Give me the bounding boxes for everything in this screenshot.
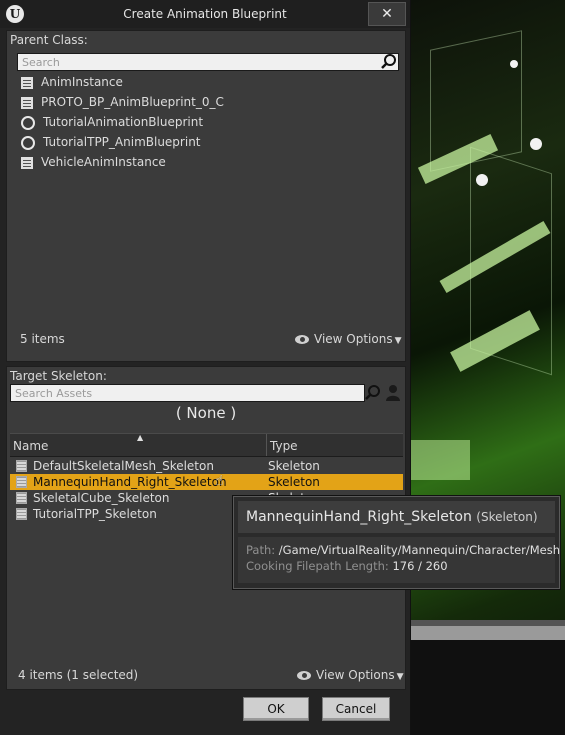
caret-down-icon: ▼ [394, 336, 402, 346]
create-animation-blueprint-dialog: U Create Animation Blueprint ✕ Parent Cl… [0, 0, 411, 735]
blueprint-icon [21, 96, 33, 109]
viewport-light-bulb [530, 138, 542, 150]
search-icon[interactable] [380, 53, 398, 71]
table-row-selected[interactable]: MannequinHand_Right_Skeleton ☝ Skeleton [10, 473, 403, 490]
parent-class-item[interactable]: VehicleAnimInstance [21, 153, 166, 171]
blueprint-icon [21, 156, 33, 169]
skeleton-icon [16, 475, 27, 488]
skeleton-search[interactable] [10, 384, 368, 402]
search-icon[interactable] [364, 384, 382, 402]
hand-cursor-icon: ☝ [215, 473, 224, 489]
tooltip-title: MannequinHand_Right_Skeleton [246, 509, 472, 525]
level-viewport[interactable] [410, 0, 565, 735]
parent-class-panel: Parent Class: AnimInstance PROTO_BP_Anim… [6, 30, 406, 362]
skeleton-view-options[interactable]: View Options ▼ [297, 668, 404, 682]
user-filter-icon[interactable] [385, 384, 401, 402]
tooltip-path-value: /Game/VirtualReality/Mannequin/Character… [278, 543, 561, 557]
cancel-button[interactable]: Cancel [322, 697, 390, 721]
parent-class-item[interactable]: PROTO_BP_AnimBlueprint_0_C [21, 93, 224, 111]
sort-ascending-icon[interactable]: ▲ [137, 433, 143, 442]
tooltip-path-line: Path: /Game/VirtualReality/Mannequin/Cha… [246, 543, 560, 557]
skeleton-icon [16, 459, 27, 472]
parent-class-search-input[interactable] [18, 54, 402, 70]
tooltip-header: MannequinHand_Right_Skeleton (Skeleton) [238, 501, 555, 533]
parent-class-search[interactable] [17, 53, 402, 71]
eye-icon [295, 335, 309, 344]
skeleton-search-input[interactable] [11, 385, 368, 401]
viewport-light-beam [410, 440, 470, 480]
parent-class-label: Parent Class: [10, 33, 88, 47]
column-type[interactable]: Type [270, 439, 298, 453]
caret-down-icon: ▼ [396, 672, 404, 682]
ring-icon [21, 115, 35, 130]
title-bar[interactable]: U Create Animation Blueprint ✕ [0, 0, 410, 28]
tooltip-body: Path: /Game/VirtualReality/Mannequin/Cha… [238, 537, 560, 583]
skeleton-icon [16, 491, 27, 504]
column-header: ▲ Name Type [10, 433, 403, 457]
window-title: Create Animation Blueprint [123, 7, 287, 21]
skeleton-icon [16, 507, 27, 520]
asset-tooltip: MannequinHand_Right_Skeleton (Skeleton) … [233, 496, 560, 589]
tooltip-cooking-value: 176 / 260 [392, 559, 448, 573]
viewport-light-bulb [510, 60, 518, 68]
viewport-panel-strip [410, 626, 565, 640]
viewport-dark-area [410, 640, 565, 735]
tooltip-cooking-key: Cooking Filepath Length: [246, 559, 389, 573]
parent-class-count: 5 items [20, 332, 65, 346]
column-divider[interactable] [266, 434, 267, 456]
eye-icon [297, 671, 311, 680]
table-row[interactable]: DefaultSkeletalMesh_Skeleton Skeleton [10, 458, 403, 474]
parent-class-item[interactable]: TutorialAnimationBlueprint [21, 113, 203, 131]
blueprint-icon [21, 76, 33, 89]
parent-class-item[interactable]: TutorialTPP_AnimBlueprint [21, 133, 201, 151]
tooltip-subtitle: (Skeleton) [476, 510, 538, 524]
ok-button[interactable]: OK [243, 697, 309, 721]
viewport-light-bulb [476, 174, 488, 186]
parent-class-view-options[interactable]: View Options ▼ [295, 332, 402, 346]
column-name[interactable]: Name [13, 439, 48, 453]
ring-icon [21, 135, 35, 150]
tooltip-path-key: Path: [246, 543, 276, 557]
none-option[interactable]: ( None ) [7, 404, 405, 422]
parent-class-item[interactable]: AnimInstance [21, 73, 123, 91]
tooltip-cooking-line: Cooking Filepath Length: 176 / 260 [246, 559, 448, 573]
target-skeleton-label: Target Skeleton: [10, 369, 107, 383]
close-button[interactable]: ✕ [368, 2, 406, 26]
skeleton-count: 4 items (1 selected) [18, 668, 139, 682]
